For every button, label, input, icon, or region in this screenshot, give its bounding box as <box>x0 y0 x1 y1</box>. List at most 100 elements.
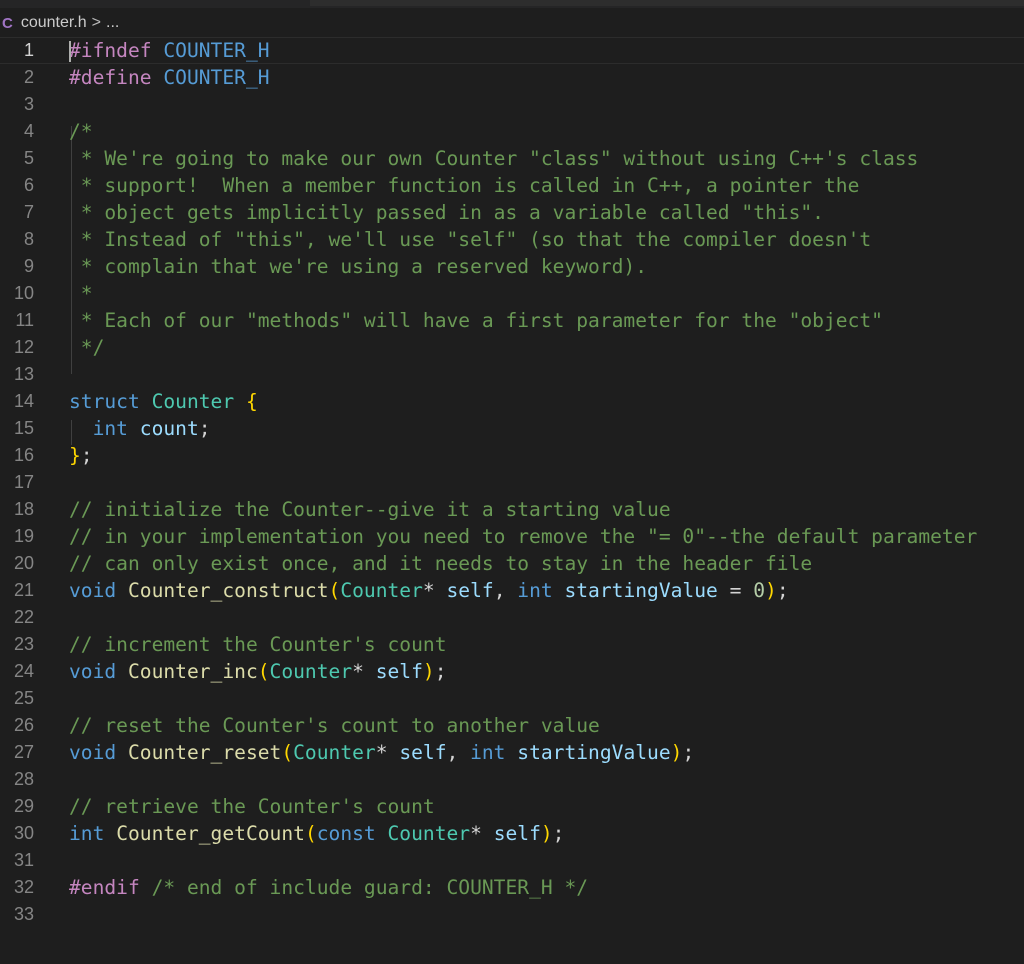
code-text: #ifndef COUNTER_H <box>69 37 270 64</box>
code-text: // in your implementation you need to re… <box>69 523 977 550</box>
code-line[interactable]: 3 <box>0 91 1024 118</box>
code-token: * <box>375 741 388 764</box>
code-token: 0 <box>753 579 766 602</box>
tab-strip-segment <box>310 0 1024 6</box>
code-line[interactable]: 19 // in your implementation you need to … <box>0 523 1024 550</box>
editor-tab-strip <box>0 0 1024 8</box>
code-token: int <box>92 417 128 440</box>
code-line[interactable]: 11 * Each of our "methods" will have a f… <box>0 307 1024 334</box>
code-line[interactable]: 24 void Counter_inc(Counter* self); <box>0 658 1024 685</box>
code-line[interactable]: 28 <box>0 766 1024 793</box>
code-text: // reset the Counter's count to another … <box>69 712 600 739</box>
code-token: ) <box>765 579 777 602</box>
code-line[interactable]: 1 #ifndef COUNTER_H <box>0 37 1024 64</box>
code-token: ; <box>682 741 695 764</box>
code-line[interactable]: 5 * We're going to make our own Counter … <box>0 145 1024 172</box>
code-text: }; <box>69 442 93 469</box>
code-text: #endif /* end of include guard: COUNTER_… <box>69 874 588 901</box>
line-number: 22 <box>13 607 34 627</box>
code-line[interactable]: 6 * support! When a member function is c… <box>0 172 1024 199</box>
code-line[interactable]: 13 <box>0 361 1024 388</box>
code-text: struct Counter { <box>69 388 258 415</box>
code-line[interactable]: 2 #define COUNTER_H <box>0 64 1024 91</box>
code-text: * Instead of "this", we'll use "self" (s… <box>69 226 871 253</box>
code-token: // reset the Counter's count to another … <box>69 714 600 737</box>
code-line[interactable]: 8 * Instead of "this", we'll use "self" … <box>0 226 1024 253</box>
code-token: * support! When a member function is cal… <box>69 174 860 197</box>
code-line[interactable]: 32 #endif /* end of include guard: COUNTE… <box>0 874 1024 901</box>
breadcrumb[interactable]: C counter.h > ... <box>0 9 1024 37</box>
code-line[interactable]: 17 <box>0 469 1024 496</box>
code-token: = <box>717 579 754 602</box>
text-cursor <box>69 41 71 62</box>
code-text: // can only exist once, and it needs to … <box>69 550 812 577</box>
line-number: 27 <box>13 742 34 762</box>
code-text: */ <box>69 334 105 361</box>
code-line[interactable]: 31 <box>0 847 1024 874</box>
line-number: 20 <box>13 553 34 573</box>
code-line[interactable]: 30 int Counter_getCount(const Counter* se… <box>0 820 1024 847</box>
code-token: * <box>352 660 364 683</box>
code-line[interactable]: 9 * complain that we're using a reserved… <box>0 253 1024 280</box>
code-token: int <box>470 741 506 764</box>
line-number: 21 <box>13 580 34 600</box>
code-token: // can only exist once, and it needs to … <box>69 552 813 575</box>
code-line[interactable]: 18 // initialize the Counter--give it a s… <box>0 496 1024 523</box>
line-number: 26 <box>13 715 34 735</box>
line-number: 18 <box>13 499 34 519</box>
line-number: 7 <box>23 202 34 222</box>
code-line[interactable]: 22 <box>0 604 1024 631</box>
code-text: /* <box>69 118 93 145</box>
code-line[interactable]: 12 */ <box>0 334 1024 361</box>
line-number: 28 <box>13 769 34 789</box>
code-token: startingValue <box>564 579 718 602</box>
line-number: 13 <box>13 364 34 384</box>
code-line[interactable]: 7 * object gets implicitly passed in as … <box>0 199 1024 226</box>
code-line[interactable]: 20 // can only exist once, and it needs t… <box>0 550 1024 577</box>
code-token: // retrieve the Counter's count <box>69 795 435 818</box>
breadcrumb-symbols[interactable]: ... <box>106 14 119 32</box>
code-line[interactable]: 26 // reset the Counter's count to anothe… <box>0 712 1024 739</box>
code-line[interactable]: 21 void Counter_construct(Counter* self, … <box>0 577 1024 604</box>
breadcrumb-file[interactable]: counter.h <box>21 14 87 32</box>
code-token: Counter <box>269 660 353 683</box>
code-line[interactable]: 33 <box>0 901 1024 928</box>
code-token: ) <box>540 822 553 845</box>
code-token: startingValue <box>517 741 671 764</box>
line-number: 9 <box>23 256 34 276</box>
code-line[interactable]: 4 /* <box>0 118 1024 145</box>
code-line[interactable]: 14 struct Counter { <box>0 388 1024 415</box>
code-text: * <box>69 280 93 307</box>
code-editor[interactable]: 1 #ifndef COUNTER_H 2 #define COUNTER_H 3 4 /*… <box>0 37 1024 964</box>
code-line[interactable]: 23 // increment the Counter's count <box>0 631 1024 658</box>
code-token: ; <box>776 579 789 602</box>
line-number: 1 <box>23 40 34 60</box>
code-text: int count; <box>69 415 211 442</box>
code-text: // increment the Counter's count <box>69 631 447 658</box>
code-line[interactable]: 25 <box>0 685 1024 712</box>
code-token: int <box>69 822 105 845</box>
code-token: ( <box>281 741 294 764</box>
code-text: * support! When a member function is cal… <box>69 172 860 199</box>
code-line[interactable]: 29 // retrieve the Counter's count <box>0 793 1024 820</box>
code-token: */ <box>69 336 105 359</box>
code-line[interactable]: 27 void Counter_reset(Counter* self, int … <box>0 739 1024 766</box>
code-token: struct <box>69 390 140 413</box>
code-line[interactable]: 10 * <box>0 280 1024 307</box>
line-number: 8 <box>23 229 34 249</box>
code-token: Counter_construct <box>127 579 329 602</box>
chevron-right-icon: > <box>91 14 102 31</box>
code-token: ; <box>552 822 565 845</box>
code-line[interactable]: 16}; <box>0 442 1024 469</box>
code-token: self <box>493 822 541 845</box>
code-line[interactable]: 15 int count; <box>0 415 1024 442</box>
code-token: Counter <box>340 579 423 602</box>
code-token: #endif <box>69 876 140 899</box>
code-token: { <box>245 390 258 413</box>
code-token: , <box>446 741 471 764</box>
code-token: * Instead of "this", we'll use "self" (s… <box>69 228 872 251</box>
code-token: count <box>139 417 199 440</box>
